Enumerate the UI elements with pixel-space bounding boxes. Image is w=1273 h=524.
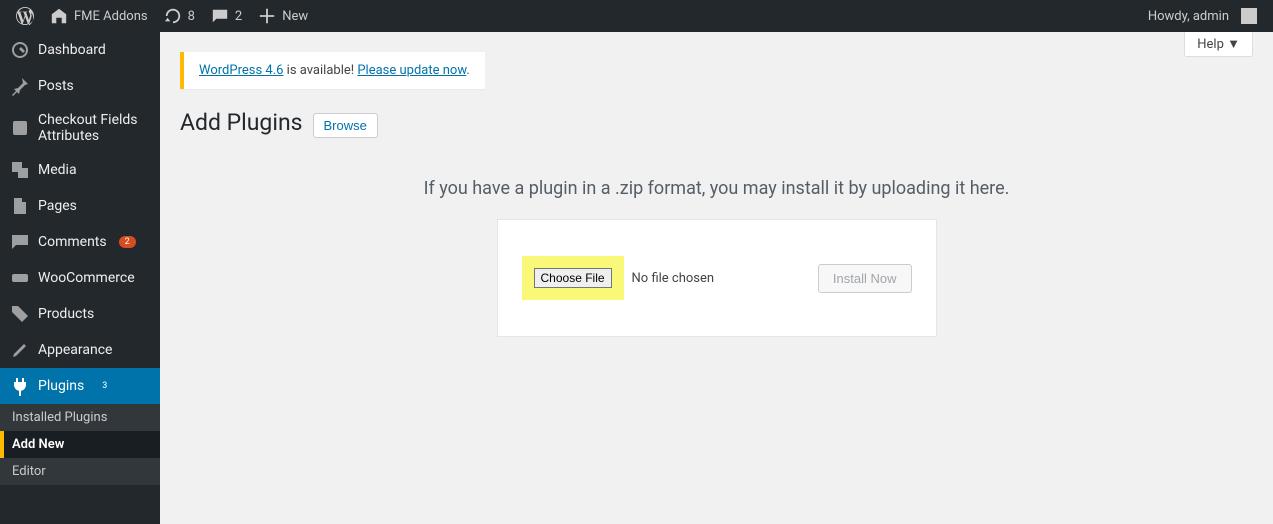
help-tab[interactable]: Help ▼	[1184, 32, 1253, 57]
menu-label: Comments	[38, 234, 107, 250]
page-icon	[10, 196, 30, 216]
menu-checkout[interactable]: Checkout Fields Attributes	[0, 104, 160, 152]
menu-dashboard[interactable]: Dashboard	[0, 32, 160, 68]
admin-bar-right: Howdy, admin	[1140, 0, 1265, 32]
upload-card: Choose File No file chosen Install Now	[497, 219, 937, 337]
comments[interactable]: 2	[203, 0, 250, 32]
menu-media[interactable]: Media	[0, 152, 160, 188]
file-input-group: Choose File No file chosen	[522, 256, 715, 300]
menu-label: Appearance	[38, 342, 112, 358]
comments-badge: 2	[119, 236, 136, 248]
submenu-installed[interactable]: Installed Plugins	[0, 404, 160, 431]
menu-woocommerce[interactable]: WooCommerce	[0, 260, 160, 296]
plugins-badge: 3	[96, 380, 113, 392]
comment-icon	[10, 232, 30, 252]
admin-sidebar: Dashboard Posts Checkout Fields Attribut…	[0, 32, 160, 524]
menu-label: Checkout Fields Attributes	[38, 112, 150, 144]
help-label: Help	[1197, 37, 1224, 52]
menu-comments[interactable]: Comments 2	[0, 224, 160, 260]
browse-button[interactable]: Browse	[313, 113, 378, 138]
updates[interactable]: 8	[156, 0, 203, 32]
admin-bar: FME Addons 8 2 New Howdy, admin	[0, 0, 1273, 32]
submenu-editor[interactable]: Editor	[0, 458, 160, 485]
plugins-submenu: Installed Plugins Add New Editor	[0, 404, 160, 485]
products-icon	[10, 304, 30, 324]
comments-count: 2	[235, 9, 242, 24]
site-title: FME Addons	[74, 9, 148, 24]
choose-file-button[interactable]: Choose File	[534, 268, 612, 288]
menu-plugins[interactable]: Plugins 3	[0, 368, 160, 404]
menu-label: Posts	[38, 78, 74, 94]
dashboard-icon	[10, 40, 30, 60]
menu-label: Products	[38, 306, 94, 322]
plus-icon	[258, 7, 276, 25]
notice-suffix: .	[466, 63, 469, 78]
menu-pages[interactable]: Pages	[0, 188, 160, 224]
comment-icon	[211, 7, 229, 25]
file-status: No file chosen	[632, 271, 715, 286]
admin-bar-left: FME Addons 8 2 New	[8, 0, 316, 32]
wordpress-icon	[16, 7, 34, 25]
update-now-link[interactable]: Please update now	[357, 63, 466, 78]
media-icon	[10, 160, 30, 180]
upload-description: If you have a plugin in a .zip format, y…	[180, 178, 1253, 199]
woo-icon	[10, 268, 30, 288]
updates-count: 8	[188, 9, 195, 24]
home-icon	[50, 7, 68, 25]
update-icon	[164, 7, 182, 25]
menu-label: Pages	[38, 198, 77, 214]
notice-mid: is available!	[283, 63, 357, 78]
new-content[interactable]: New	[250, 0, 316, 32]
submenu-addnew[interactable]: Add New	[0, 431, 160, 458]
wp-version-link[interactable]: WordPress 4.6	[199, 63, 283, 78]
my-account[interactable]: Howdy, admin	[1140, 0, 1265, 32]
generic-icon	[10, 118, 30, 138]
update-notice: WordPress 4.6 is available! Please updat…	[180, 52, 485, 89]
menu-label: Dashboard	[38, 42, 106, 58]
menu-posts[interactable]: Posts	[0, 68, 160, 104]
plugin-icon	[10, 376, 30, 396]
main-wrap: Dashboard Posts Checkout Fields Attribut…	[0, 32, 1273, 524]
wp-logo[interactable]	[8, 0, 42, 32]
highlight: Choose File	[522, 256, 624, 300]
menu-label: Media	[38, 162, 77, 178]
page-title: Add Plugins	[180, 109, 303, 136]
site-name[interactable]: FME Addons	[42, 0, 156, 32]
new-label: New	[282, 9, 308, 24]
pin-icon	[10, 76, 30, 96]
main-content: Help ▼ WordPress 4.6 is available! Pleas…	[160, 32, 1273, 524]
howdy-text: Howdy, admin	[1148, 9, 1229, 24]
install-now-button[interactable]: Install Now	[818, 264, 912, 293]
appearance-icon	[10, 340, 30, 360]
menu-products[interactable]: Products	[0, 296, 160, 332]
menu-label: Plugins	[38, 378, 84, 394]
menu-label: WooCommerce	[38, 270, 135, 286]
page-header: Add Plugins Browse	[160, 109, 1273, 138]
menu-appearance[interactable]: Appearance	[0, 332, 160, 368]
avatar	[1241, 8, 1257, 24]
